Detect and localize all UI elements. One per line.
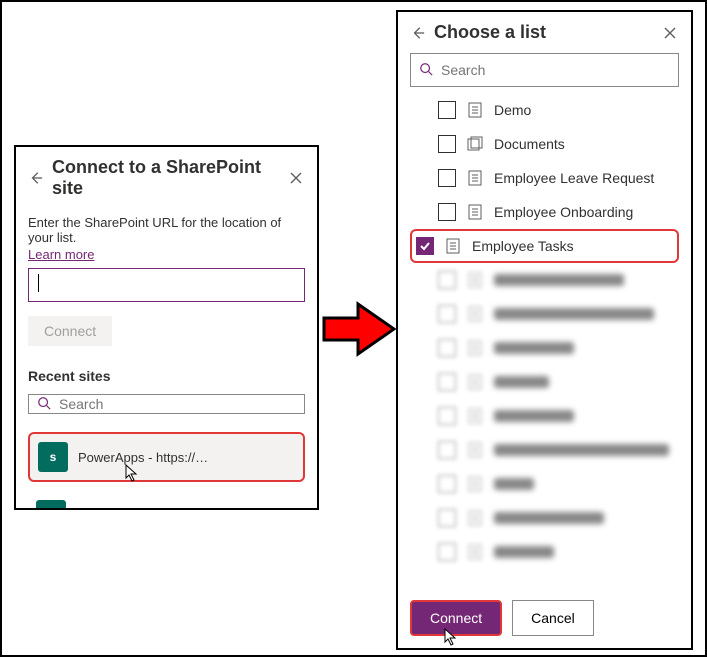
list-icon [466,339,484,357]
text-caret-icon [38,274,39,292]
back-arrow-icon [29,171,43,185]
site-label: Internal - https:// ... [76,508,297,509]
list-item[interactable] [410,297,679,331]
search-icon [419,62,433,79]
list-icon [466,475,484,493]
site-label: PowerApps - https:// ... [78,450,295,465]
list-checkbox[interactable] [416,237,434,255]
search-icon [37,396,51,413]
mouse-cursor-icon [125,464,139,482]
back-button[interactable] [28,170,44,186]
learn-more-link[interactable]: Learn more [28,247,305,262]
list-item[interactable] [410,263,679,297]
recent-site-item[interactable]: s PowerApps - https:// ... [28,432,305,482]
connect-button-disabled: Connect [28,316,112,346]
list-label: Employee Onboarding [494,204,633,220]
list-icon [466,543,484,561]
list-item[interactable] [410,535,679,569]
library-icon [466,135,484,153]
panel-title: Connect to a SharePoint site [52,157,279,199]
list-item[interactable]: Demo [410,93,679,127]
list-label-blurred [494,274,624,286]
list-icon [466,169,484,187]
connect-sharepoint-panel: Connect to a SharePoint site Enter the S… [14,145,319,510]
recent-sites-label: Recent sites [28,368,305,384]
back-button[interactable] [410,25,426,41]
list-checkbox[interactable] [438,407,456,425]
choose-list-panel: Choose a list Demo Documents Employee Leav… [396,10,693,650]
list-checkbox[interactable] [438,305,456,323]
list-item[interactable]: Employee Leave Request [410,161,679,195]
list-label-blurred [494,512,604,524]
list-icon [466,407,484,425]
sharepoint-url-input[interactable] [28,268,305,302]
close-button[interactable] [661,24,679,42]
list-icon [466,509,484,527]
list-item[interactable]: Employee Tasks [410,229,679,263]
list-label-blurred [494,444,669,456]
list-item[interactable]: Employee Onboarding [410,195,679,229]
list-item[interactable] [410,365,679,399]
close-button[interactable] [287,169,305,187]
list-checkbox[interactable] [438,203,456,221]
list-icon [444,237,462,255]
search-input[interactable] [439,61,670,79]
list-icon [466,305,484,323]
list-item[interactable] [410,331,679,365]
list-icon [466,101,484,119]
search-input[interactable] [57,395,296,413]
close-icon [290,172,302,184]
list-icon [466,271,484,289]
list-label-blurred [494,308,654,320]
list-item[interactable]: Documents [410,127,679,161]
panel-title: Choose a list [434,22,653,43]
list-item[interactable] [410,433,679,467]
list-label-blurred [494,376,549,388]
list-checkbox[interactable] [438,135,456,153]
list-label: Employee Leave Request [494,170,654,186]
list-checkbox[interactable] [438,475,456,493]
list-icon [466,373,484,391]
list-label: Employee Tasks [472,238,574,254]
sharepoint-site-icon: s [38,442,68,472]
back-arrow-icon [411,26,425,40]
list-checkbox[interactable] [438,543,456,561]
list-checkbox[interactable] [438,101,456,119]
list-label-blurred [494,478,534,490]
close-icon [664,27,676,39]
red-arrow-icon [322,300,396,358]
list-label-blurred [494,342,574,354]
list-item[interactable] [410,467,679,501]
list-checkbox[interactable] [438,441,456,459]
list-label: Demo [494,102,531,118]
list-checkbox[interactable] [438,373,456,391]
list-checkbox[interactable] [438,339,456,357]
list-label: Documents [494,136,565,152]
list-label-blurred [494,410,574,422]
recent-site-search[interactable] [28,394,305,414]
cancel-button[interactable]: Cancel [512,600,594,636]
list-label-blurred [494,546,554,558]
sharepoint-site-icon: s [36,500,66,508]
list-item[interactable] [410,501,679,535]
instruction-text: Enter the SharePoint URL for the locatio… [28,215,305,245]
recent-site-item[interactable]: s Internal - https:// ... [28,492,305,508]
list-icon [466,441,484,459]
list-item[interactable] [410,399,679,433]
list-checkbox[interactable] [438,169,456,187]
list-checkbox[interactable] [438,271,456,289]
connect-button[interactable]: Connect [410,600,502,636]
list-search[interactable] [410,53,679,87]
list-checkbox[interactable] [438,509,456,527]
list-icon [466,203,484,221]
